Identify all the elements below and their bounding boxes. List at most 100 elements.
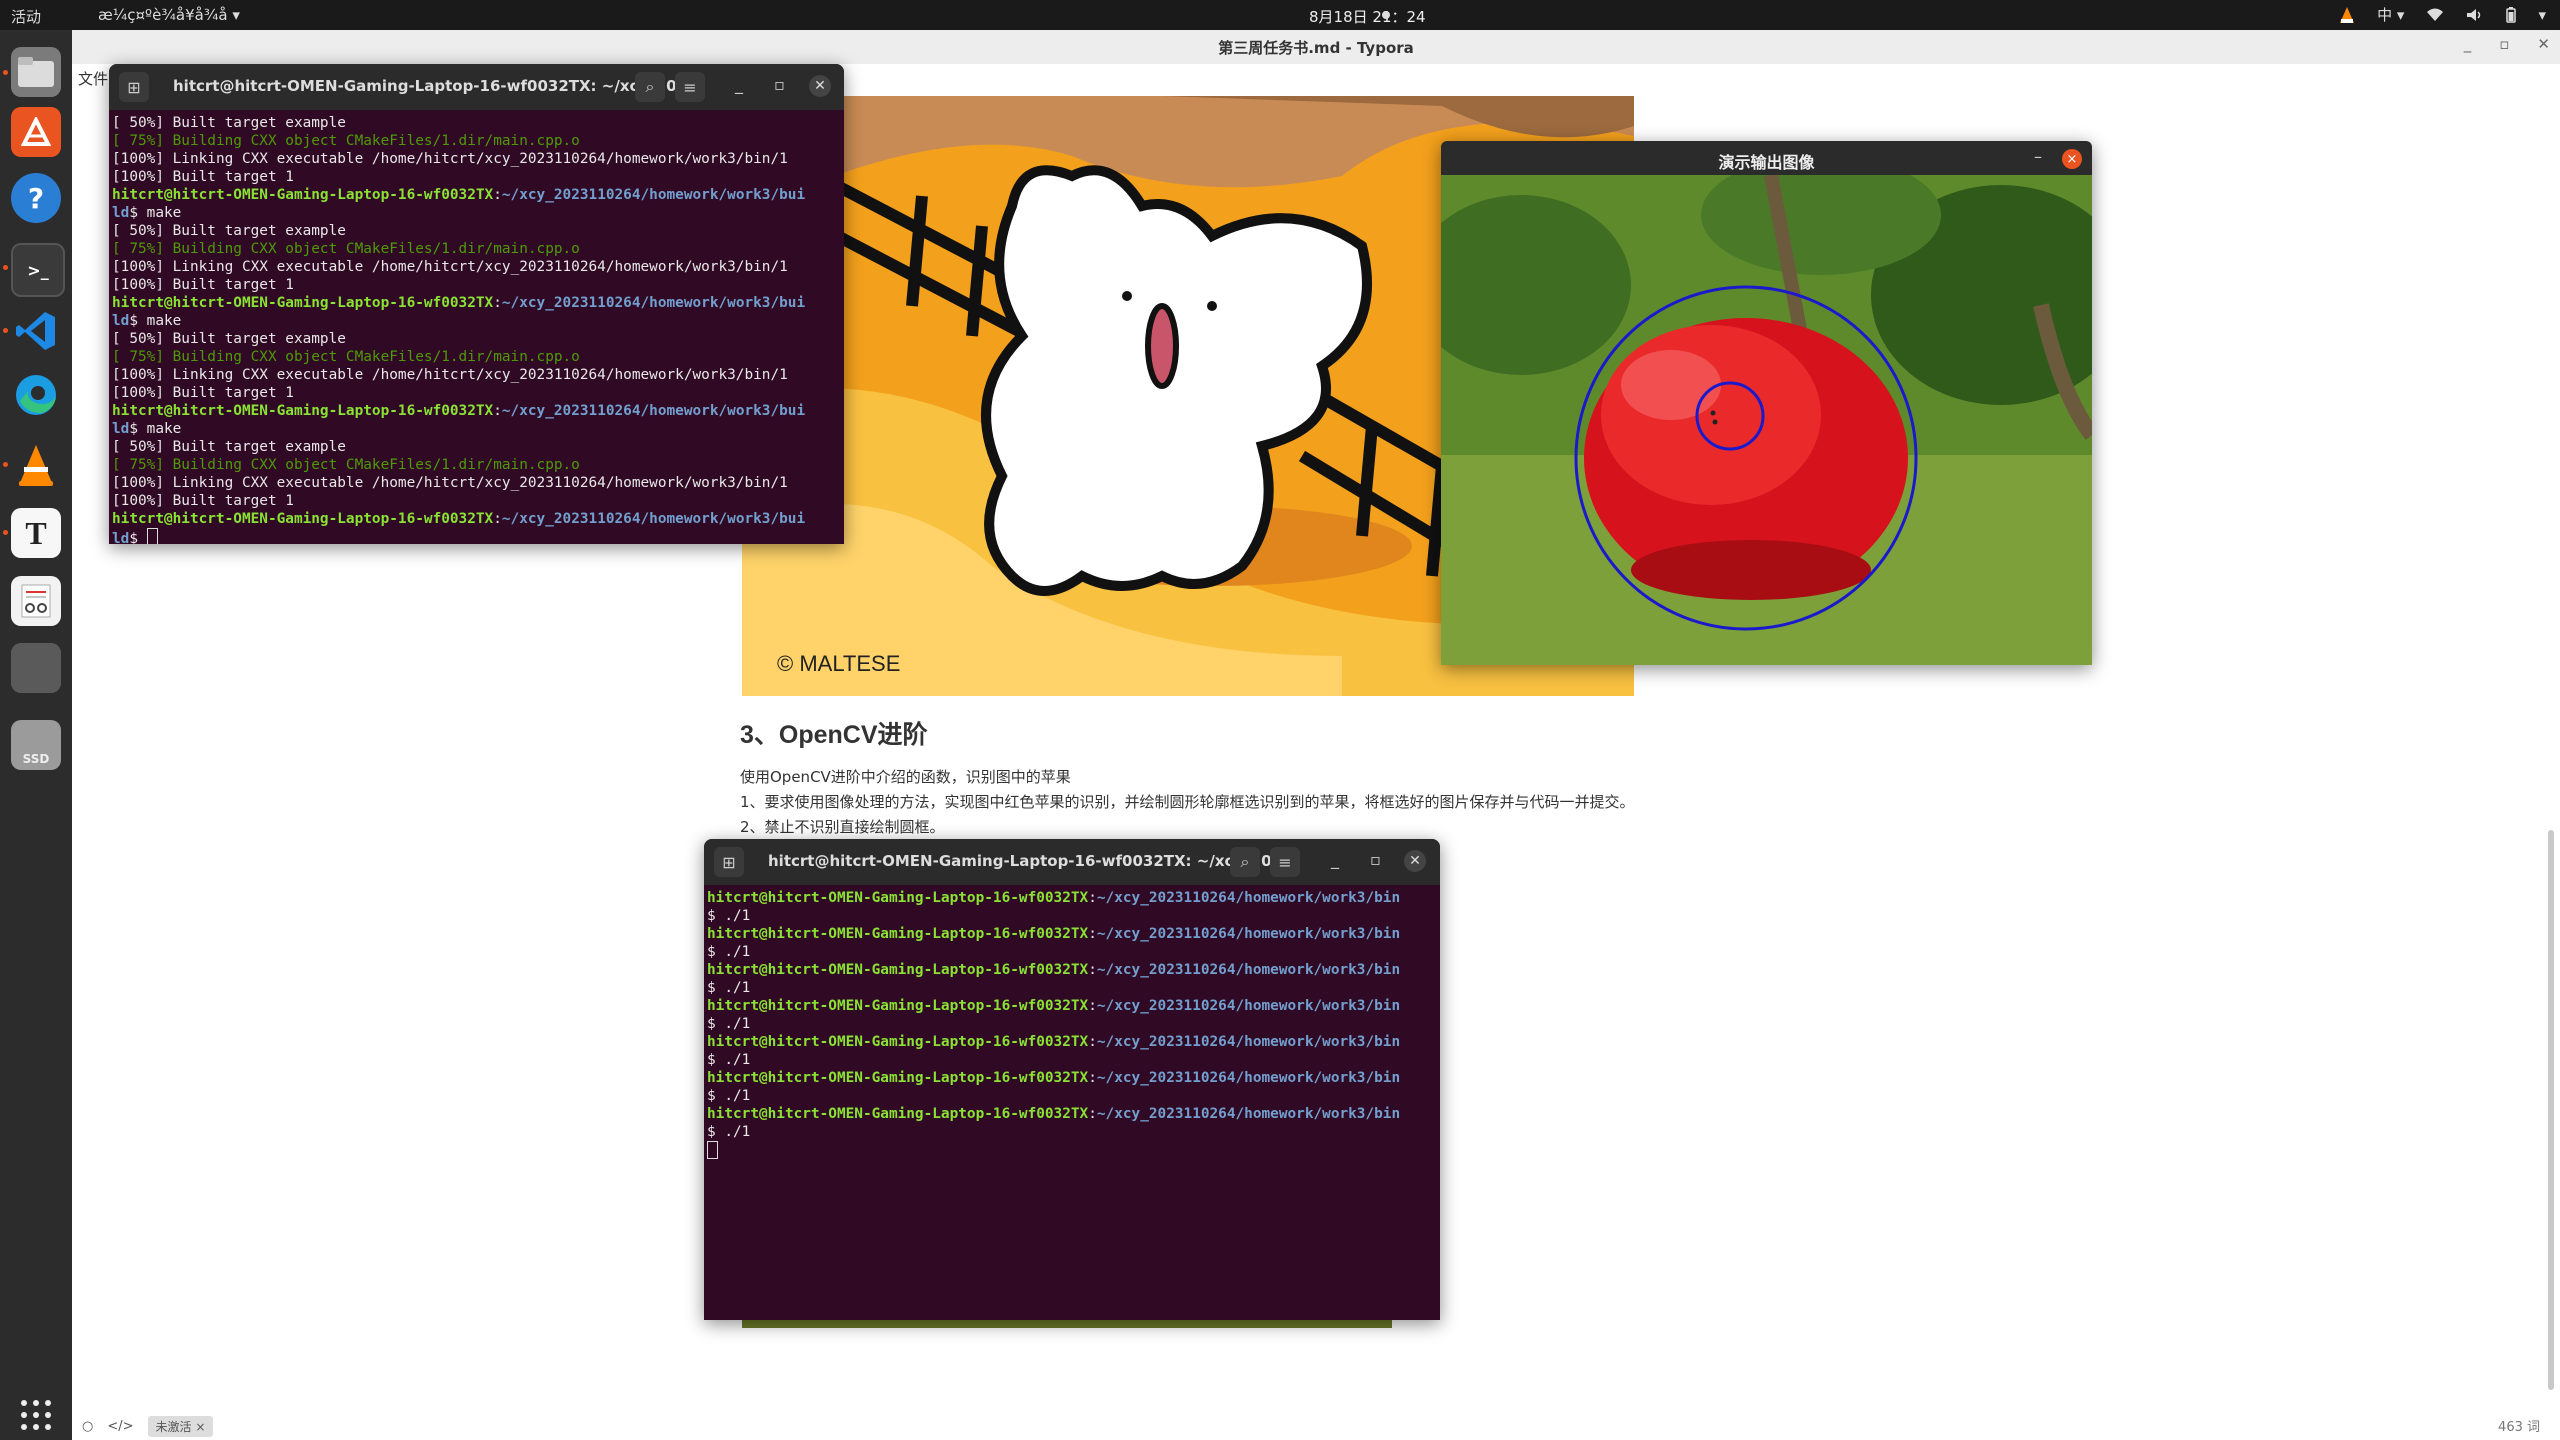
new-tab-button[interactable]: ⊞ (119, 72, 149, 102)
prompt-path: ~/xcy_2023110264/homework/work3/bui (501, 511, 806, 527)
minimize-button[interactable]: – (2034, 147, 2042, 166)
clock[interactable]: 8月18日 21：24 (1309, 6, 1426, 27)
prompt-line: hitcrt@hitcrt-OMEN-Gaming-Laptop-16-wf00… (112, 187, 806, 203)
prompt-path: ~/xcy_2023110264/homework/work3/bin (1096, 1034, 1401, 1050)
section-heading: 3、OpenCV进阶 (740, 721, 928, 749)
prompt-path: ~/xcy_2023110264/homework/work3/bin (1096, 890, 1401, 906)
dock: ? >_ T SSD (0, 30, 72, 1440)
maximize-button[interactable]: ▫ (1370, 850, 1381, 869)
search-icon[interactable]: ⌕ (635, 72, 665, 102)
command: $ make (129, 205, 182, 221)
close-button[interactable]: × (2062, 149, 2082, 169)
prompt-user: hitcrt@hitcrt-OMEN-Gaming-Laptop-16-wf00… (707, 962, 1089, 978)
command: $ ./1 (707, 980, 751, 996)
terminal-output[interactable]: hitcrt@hitcrt-OMEN-Gaming-Laptop-16-wf00… (704, 885, 1440, 1161)
prompt-path: ~/xcy_2023110264/homework/work3/bui (501, 403, 806, 419)
window-title: 第三周任务书.md - Typora (1218, 39, 1414, 57)
help-icon[interactable]: ? (11, 173, 61, 223)
status-bar: ○ </> 未激活 × 463 词 (72, 1408, 2560, 1440)
terminal-title: hitcrt@hitcrt-OMEN-Gaming-Laptop-16-wf00… (173, 77, 705, 95)
prompt-line: ld$ make (112, 313, 181, 329)
new-tab-button[interactable]: ⊞ (714, 847, 744, 877)
menu-file[interactable]: 文件 (78, 68, 108, 89)
prompt-line: hitcrt@hitcrt-OMEN-Gaming-Laptop-16-wf00… (112, 511, 806, 527)
prompt-path: ld (112, 205, 130, 221)
app-menu[interactable]: æ¼ç¤ºè¾å¥å¾å ▾ (98, 6, 240, 24)
terminal-line: [100%] Linking CXX executable /home/hitc… (112, 259, 788, 275)
ssd-label: SSD (22, 752, 50, 766)
edge-browser-icon[interactable] (11, 370, 61, 420)
chevron-down-icon[interactable]: ▾ (2538, 6, 2546, 24)
command: $ make (129, 313, 182, 329)
maximize-button[interactable]: ▫ (2499, 35, 2509, 53)
running-indicator (3, 265, 8, 270)
activation-badge[interactable]: 未激活 × (147, 1416, 214, 1437)
activities-button[interactable]: 活动 (11, 6, 41, 27)
prompt-user: hitcrt@hitcrt-OMEN-Gaming-Laptop-16-wf00… (707, 998, 1089, 1014)
prompt-line: hitcrt@hitcrt-OMEN-Gaming-Laptop-16-wf00… (707, 1106, 1401, 1122)
scrollbar[interactable] (2548, 830, 2554, 1390)
terminal-titlebar[interactable]: ⊞ hitcrt@hitcrt-OMEN-Gaming-Laptop-16-wf… (109, 64, 844, 110)
document-viewer-icon[interactable] (11, 576, 61, 626)
input-method-label: 中 (2377, 6, 2393, 24)
terminal-line: [100%] Linking CXX executable /home/hitc… (112, 475, 788, 491)
terminal-line: [100%] Linking CXX executable /home/hitc… (112, 151, 788, 167)
close-button[interactable]: ✕ (2537, 35, 2550, 53)
terminal-icon[interactable]: >_ (11, 243, 65, 297)
active-window-slot[interactable] (11, 643, 61, 693)
running-indicator (3, 70, 8, 75)
command: $ ./1 (707, 1016, 751, 1032)
files-icon[interactable] (11, 47, 61, 97)
terminal-line: [100%] Built target 1 (112, 169, 294, 185)
vscode-icon[interactable] (11, 306, 61, 356)
running-indicator (3, 328, 8, 333)
typora-titlebar[interactable]: 第三周任务书.md - Typora _ ▫ ✕ (72, 30, 2560, 65)
minimize-button[interactable]: _ (1331, 850, 1339, 869)
minimize-button[interactable]: _ (735, 75, 743, 94)
outline-toggle-icon[interactable]: ○ (82, 1419, 93, 1434)
typora-icon[interactable]: T (11, 508, 61, 558)
terminal-glyph: >_ (27, 260, 49, 280)
vlc-icon[interactable] (11, 440, 61, 490)
prompt-path: ~/xcy_2023110264/homework/work3/bin (1096, 1070, 1401, 1086)
typora-glyph: T (25, 514, 47, 551)
minimize-button[interactable]: _ (2464, 35, 2472, 53)
prompt-line: hitcrt@hitcrt-OMEN-Gaming-Laptop-16-wf00… (707, 890, 1401, 906)
command-line: $ ./1 (707, 1124, 750, 1140)
cv-titlebar[interactable]: 演示输出图像 – × (1441, 141, 2092, 175)
paragraph-3: 2、禁止不识别直接绘制圆框。 (740, 818, 945, 836)
terminal-window-1[interactable]: ⊞ hitcrt@hitcrt-OMEN-Gaming-Laptop-16-wf… (109, 64, 844, 544)
opencv-output-window[interactable]: 演示输出图像 – × (1441, 141, 2092, 665)
close-button[interactable]: ✕ (809, 75, 831, 97)
command-line: $ ./1 (707, 1052, 750, 1068)
source-mode-icon[interactable]: </> (107, 1419, 133, 1434)
terminal-line: [ 75%] Building CXX object CMakeFiles/1.… (112, 133, 580, 149)
show-apps-icon[interactable] (11, 1390, 61, 1440)
prompt-path: ld (112, 531, 130, 544)
command: $ ./1 (707, 1124, 751, 1140)
terminal-output[interactable]: [ 50%] Built target example [ 75%] Build… (109, 110, 844, 544)
prompt-user: hitcrt@hitcrt-OMEN-Gaming-Laptop-16-wf00… (112, 295, 494, 311)
input-method-indicator[interactable]: 中 ▾ (2377, 4, 2404, 25)
prompt-path: ~/xcy_2023110264/homework/work3/bin (1096, 926, 1401, 942)
word-count[interactable]: 463 词 (2498, 1416, 2540, 1435)
prompt-line: hitcrt@hitcrt-OMEN-Gaming-Laptop-16-wf00… (707, 962, 1401, 978)
hamburger-menu-icon[interactable]: ≡ (675, 72, 705, 102)
search-icon[interactable]: ⌕ (1230, 847, 1260, 877)
close-button[interactable]: ✕ (1404, 850, 1426, 872)
system-tray[interactable]: 中 ▾ ▾ (2339, 4, 2546, 25)
terminal-line: [ 75%] Building CXX object CMakeFiles/1.… (112, 349, 580, 365)
app-center-icon[interactable] (11, 107, 61, 157)
wifi-icon (2427, 8, 2444, 21)
hamburger-menu-icon[interactable]: ≡ (1270, 847, 1300, 877)
terminal-window-2[interactable]: ⊞ hitcrt@hitcrt-OMEN-Gaming-Laptop-16-wf… (704, 839, 1440, 1320)
ssd-drive-icon[interactable]: SSD (11, 720, 61, 770)
prompt-user: hitcrt@hitcrt-OMEN-Gaming-Laptop-16-wf00… (112, 187, 494, 203)
terminal-line: [100%] Built target 1 (112, 277, 294, 293)
terminal-titlebar[interactable]: ⊞ hitcrt@hitcrt-OMEN-Gaming-Laptop-16-wf… (704, 839, 1440, 885)
prompt-line: ld$ make (112, 205, 181, 221)
prompt-line: hitcrt@hitcrt-OMEN-Gaming-Laptop-16-wf00… (112, 403, 806, 419)
maximize-button[interactable]: ▫ (774, 75, 785, 94)
vlc-tray-icon[interactable] (2339, 6, 2355, 24)
image-watermark: © MALTESE (777, 651, 900, 676)
